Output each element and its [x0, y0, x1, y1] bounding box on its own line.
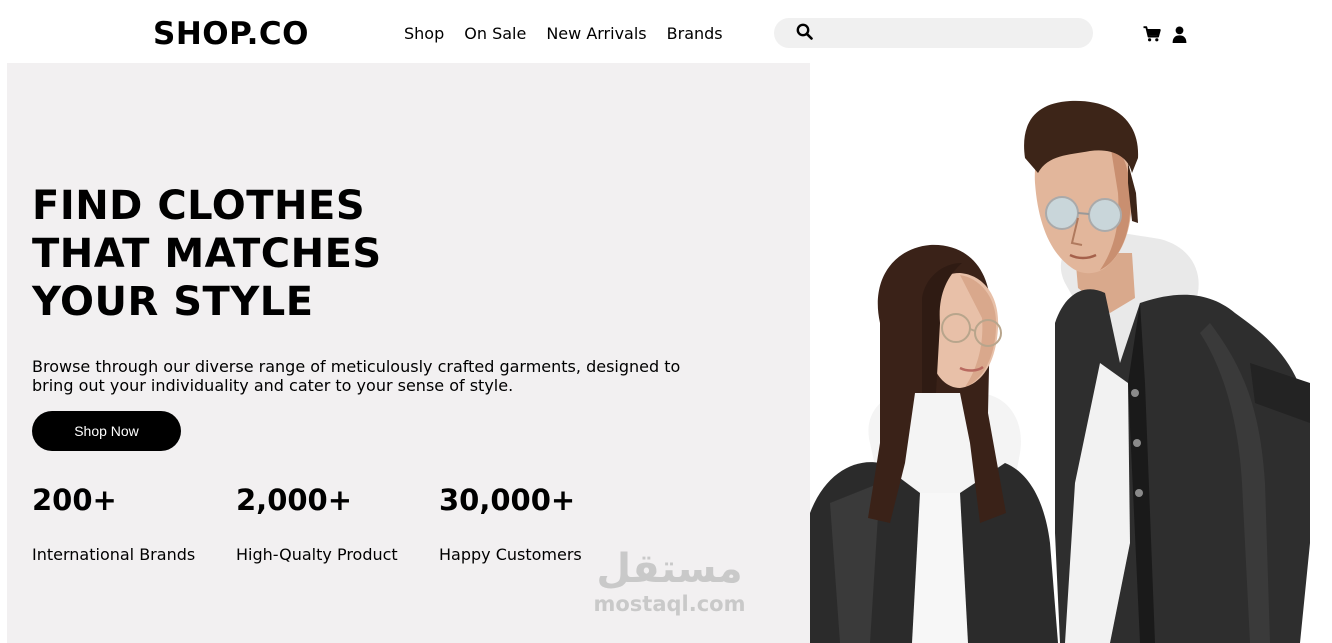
user-icon[interactable]	[1169, 24, 1189, 44]
stat-label: High-Qualty Product	[236, 545, 398, 564]
search-bar[interactable]	[774, 18, 1093, 48]
watermark-arabic: مستقل	[596, 546, 743, 592]
stat-brands: 200+ International Brands	[32, 480, 195, 565]
stat-value: 30,000+	[439, 483, 576, 517]
stat-label: International Brands	[32, 545, 196, 564]
headline-line-1: FIND CLOTHES	[32, 183, 366, 229]
stat-value: 200+	[32, 483, 117, 517]
hero-headline: FIND CLOTHES THAT MATCHES YOUR STYLE	[32, 182, 592, 326]
cart-icon[interactable]	[1142, 24, 1162, 44]
headline-line-3: YOUR STYLE	[32, 279, 314, 325]
main-nav: Shop On Sale New Arrivals Brands	[404, 22, 723, 46]
watermark-latin: mostaql.com	[593, 592, 746, 616]
site-logo[interactable]: SHOP.CO	[153, 15, 309, 53]
hero-image	[810, 63, 1332, 643]
nav-new-arrivals[interactable]: New Arrivals	[546, 22, 646, 46]
stat-products: 2,000+ High-Qualty Product	[236, 480, 398, 565]
nav-on-sale[interactable]: On Sale	[464, 22, 526, 46]
search-icon[interactable]	[796, 23, 813, 44]
nav-brands[interactable]: Brands	[667, 22, 723, 46]
site-header: SHOP.CO Shop On Sale New Arrivals Brands	[0, 0, 1332, 63]
stat-value: 2,000+	[236, 483, 353, 517]
shop-now-button[interactable]: Shop Now	[32, 411, 181, 451]
search-input[interactable]	[823, 21, 1083, 45]
headline-line-2: THAT MATCHES	[32, 231, 382, 277]
hero-section: FIND CLOTHES THAT MATCHES YOUR STYLE Bro…	[7, 63, 1332, 643]
nav-shop[interactable]: Shop	[404, 22, 444, 46]
stat-label: Happy Customers	[439, 545, 582, 564]
watermark-logo: مستقل mostaql.com	[582, 546, 757, 616]
stat-customers: 30,000+ Happy Customers	[439, 480, 582, 565]
hero-description: Browse through our diverse range of meti…	[32, 357, 681, 395]
